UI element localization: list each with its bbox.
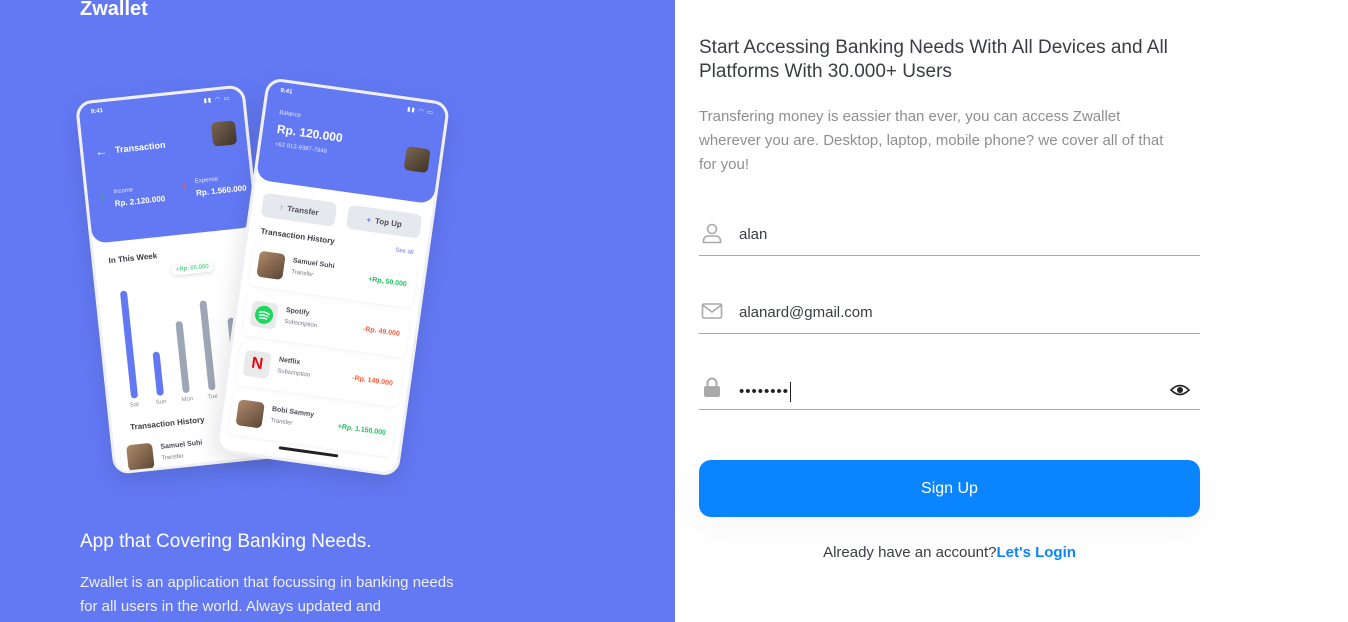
- hero-panel: Zwallet 9:41 ▮▮ ◠ ▭ ← Transaction ↓ Inco…: [0, 0, 675, 622]
- tx-name: Bobi Sammy: [271, 405, 315, 419]
- username-input[interactable]: [739, 226, 1159, 243]
- text-caret: [790, 382, 792, 402]
- tx-amount: +Rp. 1.150.000: [337, 423, 387, 437]
- history-label: Transaction History: [260, 226, 336, 246]
- income-value: Rp. 2.120.000: [114, 194, 166, 209]
- expense-value: Rp. 1.560.000: [195, 183, 247, 198]
- chart-bar: [152, 351, 165, 396]
- password-input[interactable]: ••••••••: [739, 382, 792, 402]
- phone-header: 9:41 ▮▮ ◠ ▭ Balance Rp. 120.000 +62 813-…: [255, 80, 448, 205]
- page-description: Transfering money is eassier than ever, …: [699, 108, 1164, 173]
- signal-icon: ▮▮ ◠ ▭: [203, 95, 231, 105]
- netflix-icon: N: [242, 349, 272, 380]
- balance-label: Balance: [278, 110, 302, 119]
- signal-icon: ▮▮ ◠ ▭: [406, 106, 435, 117]
- chart-bar: [119, 290, 139, 399]
- avatar: [256, 250, 286, 281]
- eye-icon[interactable]: [1169, 382, 1191, 398]
- password-mask: ••••••••: [739, 382, 790, 400]
- page-title: Start Accessing Banking Needs With All D…: [699, 37, 1168, 82]
- week-label: In This Week: [108, 251, 158, 266]
- arrow-up-icon: ↑: [180, 177, 188, 193]
- topup-button: + Top Up: [345, 204, 423, 239]
- tx-amount: -Rp. 149.000: [351, 374, 394, 388]
- chart-bar: [199, 300, 216, 391]
- signup-button[interactable]: Sign Up: [699, 460, 1200, 517]
- login-prompt: Already have an account?Let's Login: [699, 544, 1200, 561]
- phone-time: 9:41: [90, 108, 104, 116]
- avatar: [403, 146, 431, 174]
- avatar: [235, 399, 265, 429]
- tx-type: Transfer: [269, 417, 293, 427]
- username-field: [699, 216, 1200, 256]
- arrow-up-icon: ↑: [278, 202, 285, 212]
- tx-name: Spotify: [285, 306, 310, 318]
- tx-type: Subscription: [276, 368, 311, 379]
- tx-name: Samuel Suhi: [160, 439, 203, 451]
- mail-icon: [701, 300, 723, 322]
- login-link[interactable]: Let's Login: [997, 544, 1076, 561]
- lock-icon: [701, 376, 723, 398]
- tx-type: Transfer: [161, 453, 184, 462]
- tx-amount: -Rp. 49.000: [362, 325, 401, 338]
- transfer-label: Transfer: [286, 203, 320, 217]
- expense-label: Expense: [194, 176, 219, 185]
- have-account-text: Already have an account?: [823, 544, 997, 561]
- email-input[interactable]: [739, 304, 1159, 321]
- transfer-button: ↑ Transfer: [260, 192, 338, 227]
- arrow-down-icon: ↓: [99, 188, 107, 203]
- day-label: Sun: [155, 399, 167, 407]
- spotify-icon: [249, 300, 279, 330]
- phone-time: 9:41: [279, 87, 293, 96]
- phone-header: 9:41 ▮▮ ◠ ▭ ← Transaction ↓ Income Rp. 2…: [78, 87, 256, 244]
- chart-bar: [175, 320, 190, 394]
- phone-title: Transaction: [114, 139, 166, 155]
- chart-bubble: +Rp. 65.000: [171, 261, 214, 276]
- see-all-link: See all: [394, 247, 414, 257]
- tx-name: Netflix: [278, 356, 301, 367]
- phone-mockup-home: 9:41 ▮▮ ◠ ▭ Balance Rp. 120.000 +62 813-…: [214, 76, 451, 478]
- plus-icon: +: [365, 214, 372, 225]
- email-field: [699, 294, 1200, 334]
- day-label: Sat: [129, 401, 140, 409]
- phone-number: +62 813-9387-7946: [274, 141, 328, 155]
- person-icon: [701, 222, 723, 244]
- day-label: Tue: [207, 393, 218, 401]
- balance-value: Rp. 120.000: [276, 121, 344, 145]
- back-arrow-icon: ←: [94, 143, 108, 160]
- brand-logo[interactable]: Zwallet: [80, 0, 148, 21]
- day-label: Mon: [181, 396, 194, 404]
- hero-description: Zwallet is an application that focussing…: [80, 574, 454, 615]
- tx-name: Samuel Suhi: [292, 257, 335, 271]
- password-field: ••••••••: [699, 370, 1200, 410]
- topup-label: Top Up: [374, 215, 403, 229]
- hero-heading: App that Covering Banking Needs.: [80, 531, 372, 552]
- income-label: Income: [113, 187, 134, 196]
- tx-amount: +Rp. 50.000: [367, 276, 408, 289]
- avatar: [126, 442, 155, 472]
- tx-type: Subscription: [283, 318, 318, 330]
- tx-type: Transfer: [290, 269, 314, 279]
- avatar: [210, 120, 238, 147]
